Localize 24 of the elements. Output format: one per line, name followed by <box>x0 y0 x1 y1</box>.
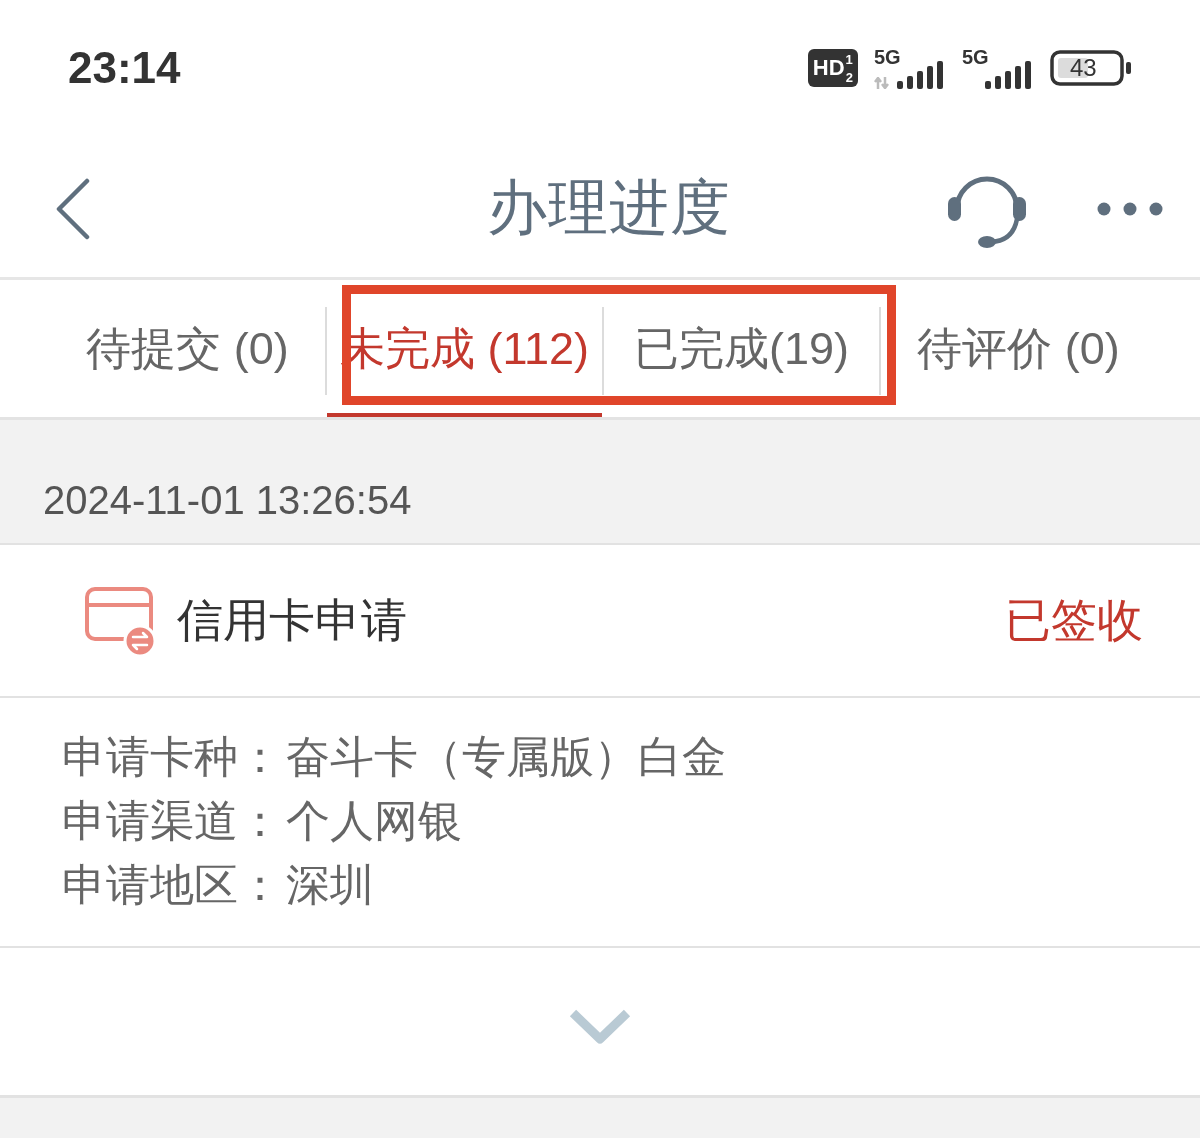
battery-percent: 43 <box>1070 55 1097 81</box>
page-title: 办理进度 <box>487 173 731 243</box>
status-tab[interactable]: 已完成(19) <box>604 280 879 417</box>
detail-value: 深圳 <box>286 858 374 911</box>
detail-label: 申请渠道： <box>62 794 282 847</box>
status-time: 23:14 <box>68 43 181 93</box>
detail-value: 奋斗卡（专属版）白金 <box>286 730 726 783</box>
network-type-label: 5G <box>962 47 989 67</box>
detail-value: 个人网银 <box>286 794 462 847</box>
detail-label: 申请卡种： <box>62 730 282 783</box>
battery-icon <box>1050 50 1132 86</box>
record-date: 2024-11-01 13:26:54 <box>43 477 412 523</box>
more-button[interactable] <box>1097 201 1163 216</box>
detail-label: 申请地区： <box>62 858 282 911</box>
network-type-label: 5G <box>874 47 901 67</box>
back-button[interactable] <box>55 177 91 240</box>
credit-card-icon <box>85 585 157 656</box>
status-tab[interactable]: 待评价 (0) <box>881 280 1156 417</box>
application-status: 已签收 <box>1005 592 1143 648</box>
back-chevron-icon <box>55 177 91 240</box>
application-title: 信用卡申请 <box>177 592 407 648</box>
data-arrows-icon <box>874 77 890 89</box>
status-tab[interactable]: 待提交 (0) <box>50 280 325 417</box>
more-dots-icon <box>1097 201 1163 216</box>
